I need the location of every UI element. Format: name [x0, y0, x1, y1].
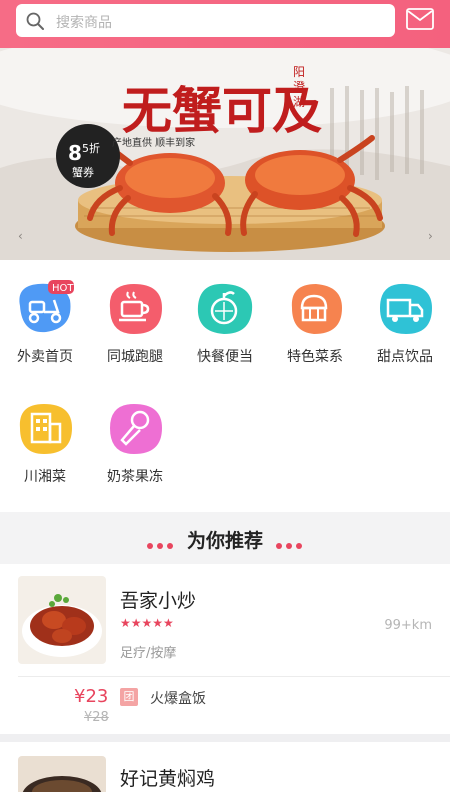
svg-text:蟹券: 蟹券 [72, 165, 94, 179]
recommend-title: 为你推荐 [186, 530, 263, 552]
svg-text:5折: 5折 [82, 141, 100, 155]
orange-icon [197, 283, 253, 334]
shop-name: 好记黄焖鸡 [120, 768, 216, 790]
cup-icon [109, 284, 162, 334]
category-label: 特色菜系 [287, 349, 343, 365]
svg-text:›: › [428, 229, 433, 243]
original-price: ¥28 [84, 710, 109, 725]
banner-headline: 无蟹可及 [122, 81, 322, 140]
svg-text:‹: ‹ [18, 229, 23, 243]
category-label: 甜点饮品 [377, 349, 433, 365]
deal-price: ¥23 [74, 686, 109, 707]
cake-icon [291, 284, 342, 334]
svg-text:HOT: HOT [52, 283, 74, 294]
scooter-icon: HOT [19, 280, 74, 333]
category-grid: HOT 外卖首页 同城跑腿 快餐便当 特色菜系 甜点饮品 川湘菜 奶茶果冻 [0, 260, 450, 512]
category-label: 川湘菜 [24, 469, 66, 485]
decor-dots-right [276, 534, 310, 549]
category-item-milktea[interactable]: 奶茶果冻 [90, 380, 180, 490]
building-icon [19, 404, 72, 454]
category-label: 同城跑腿 [107, 349, 163, 365]
promo-banner[interactable]: 8 5折 蟹券 无蟹可及 产地直供 顺丰到家 阳 澄 湖 ‹ › [0, 48, 450, 260]
shop-card[interactable]: 吾家小炒 ★★★★★ 99+km 足疗/按摩 ¥23 ¥28 团 火爆盒饭 [0, 564, 450, 734]
bottom-tab-bar [0, 792, 450, 800]
category-label: 快餐便当 [197, 349, 253, 365]
shop-thumbnail [18, 576, 106, 664]
category-label: 外卖首页 [17, 349, 73, 365]
rating-stars: ★★★★★ [120, 616, 174, 630]
category-label: 奶茶果冻 [107, 469, 163, 485]
category-item-takeout[interactable]: HOT 外卖首页 [0, 260, 90, 370]
svg-text:产地直供 顺丰到家: 产地直供 顺丰到家 [112, 136, 195, 149]
truck-icon [380, 283, 432, 334]
top-bar: 搜索商品 [0, 0, 450, 48]
recommend-header: 为你推荐 [0, 512, 450, 564]
deal-title[interactable]: 火爆盒饭 [150, 688, 206, 708]
category-item-dessert[interactable]: 甜点饮品 [360, 260, 450, 370]
svg-text:澄: 澄 [293, 79, 305, 94]
category-item-sichuan[interactable]: 川湘菜 [0, 380, 90, 490]
group-deal-badge: 团 [120, 688, 138, 706]
search-input[interactable]: 搜索商品 [56, 12, 112, 32]
banner-illustration: 8 5折 蟹券 无蟹可及 产地直供 顺丰到家 阳 澄 湖 ‹ › [0, 48, 450, 260]
microphone-icon [110, 404, 162, 454]
search-icon [26, 12, 44, 30]
shop-name: 吾家小炒 [120, 590, 197, 612]
search-bar[interactable]: 搜索商品 [16, 4, 395, 37]
svg-text:阳: 阳 [293, 65, 305, 79]
category-item-specialty[interactable]: 特色菜系 [270, 260, 360, 370]
category-item-errands[interactable]: 同城跑腿 [90, 260, 180, 370]
mail-icon[interactable] [406, 8, 434, 30]
category-item-fastfood[interactable]: 快餐便当 [180, 260, 270, 370]
svg-text:湖: 湖 [293, 94, 305, 109]
divider [18, 676, 450, 677]
shop-distance: 99+km [384, 618, 432, 633]
shop-tag: 足疗/按摩 [120, 646, 177, 661]
card-gap [0, 734, 450, 742]
svg-text:8: 8 [68, 141, 82, 165]
